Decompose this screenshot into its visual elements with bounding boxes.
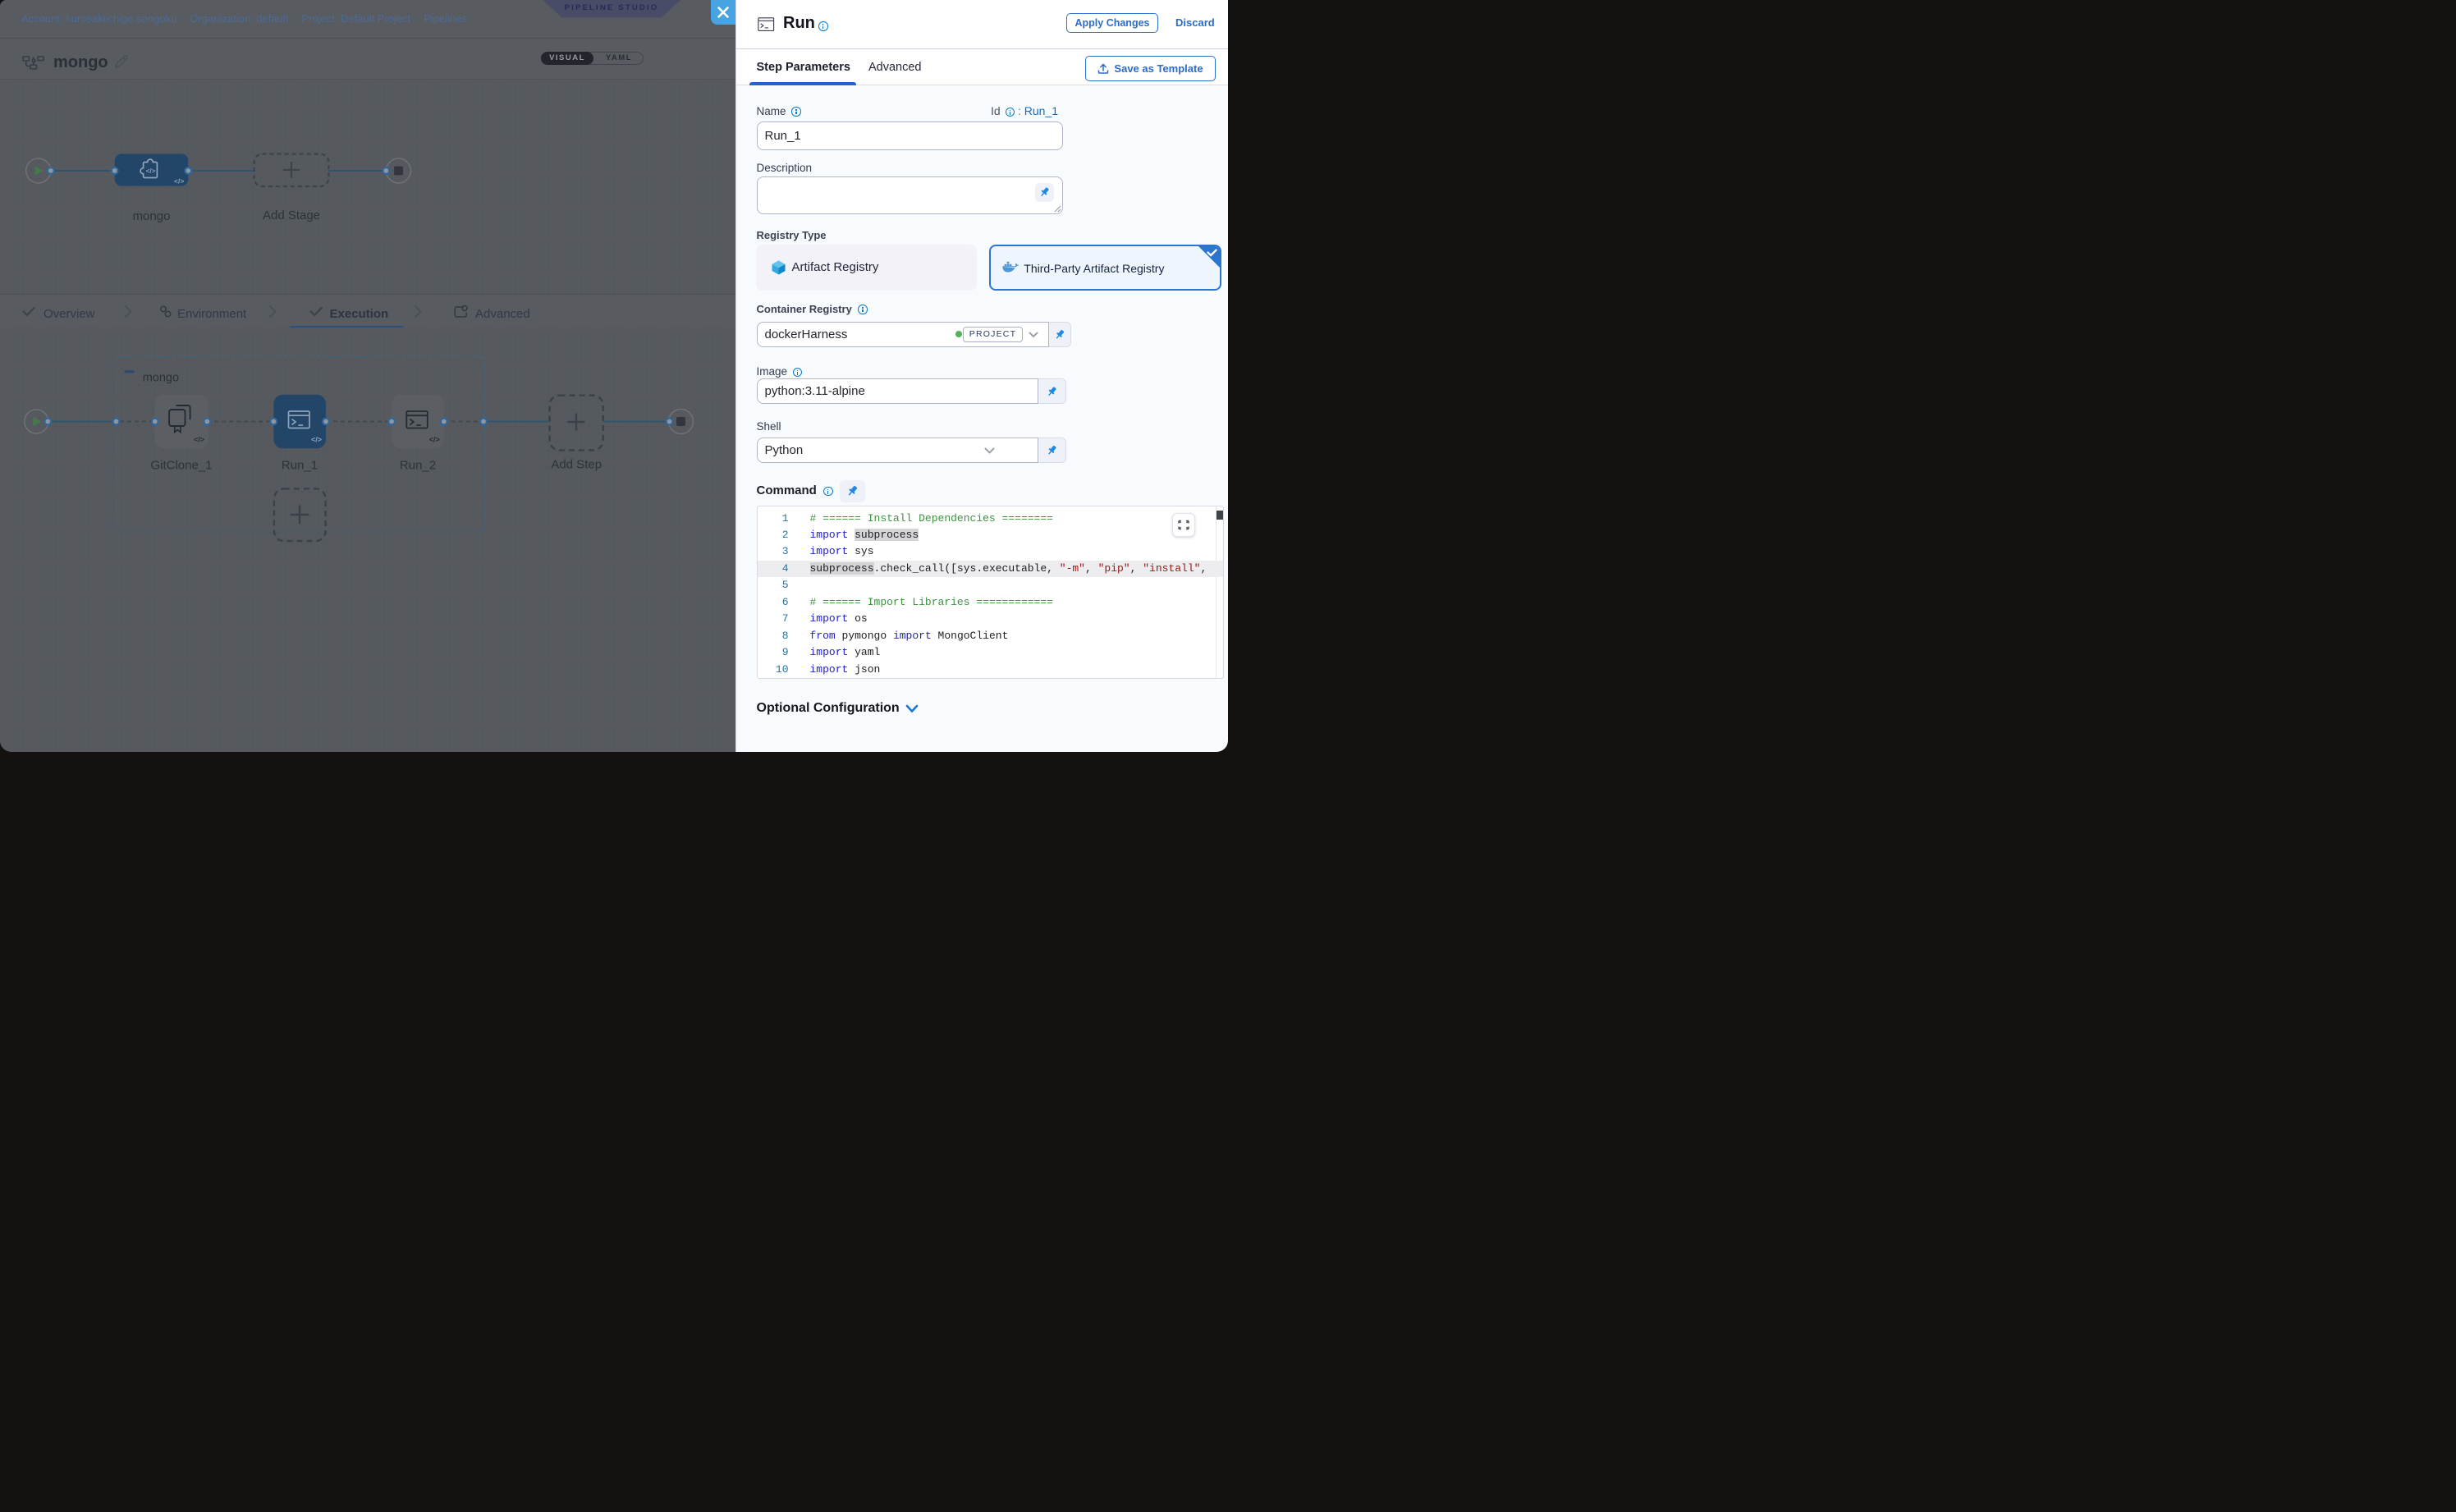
svg-text:Add Step: Add Step [551,458,602,472]
svg-text:Run_1: Run_1 [282,459,318,473]
svg-text:</>: </> [311,436,322,444]
svg-text:</>: </> [174,177,184,186]
svg-text:mongo: mongo [143,372,179,385]
svg-text:Add Stage: Add Stage [263,208,320,222]
svg-text:</>: </> [146,167,156,175]
svg-text:</>: </> [194,436,204,444]
svg-text:Run_2: Run_2 [400,459,436,473]
svg-text:</>: </> [429,436,440,444]
svg-text:mongo: mongo [133,209,171,223]
svg-text:GitClone_1: GitClone_1 [150,459,212,473]
